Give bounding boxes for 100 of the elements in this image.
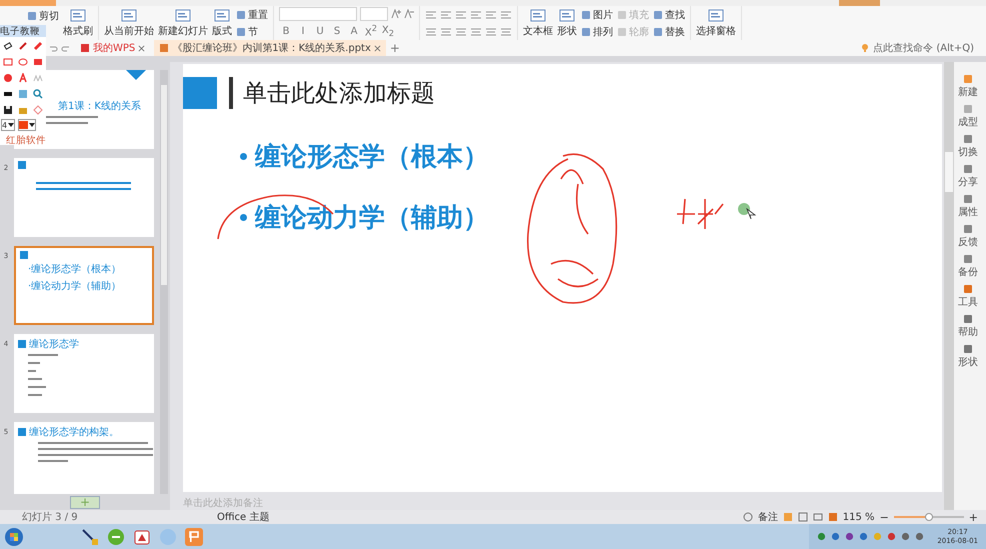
align-icon[interactable]	[485, 26, 497, 36]
sidebar-button[interactable]: 属性	[958, 194, 978, 219]
font-name-field[interactable]	[279, 7, 357, 22]
ribbon-button[interactable]: 从当前开始	[104, 8, 154, 38]
font-tool-icon[interactable]	[33, 73, 43, 83]
bullet-text: ·缠论动力学（辅助）	[27, 280, 122, 293]
paragraph-icon[interactable]	[500, 10, 512, 20]
sidebar-button[interactable]: 备份	[958, 254, 978, 279]
corner-triangle-icon	[126, 70, 146, 80]
document-tab[interactable]: 《股汇缠论班》内训第1课：K线的关系.pptx	[154, 40, 386, 56]
rectangle-icon[interactable]	[3, 57, 13, 67]
caret-icon[interactable]	[29, 123, 36, 127]
bullet-text[interactable]: 缠论形态学（根本）	[255, 139, 489, 174]
text-tool-icon[interactable]	[18, 73, 28, 83]
align-icon[interactable]	[455, 26, 467, 36]
ribbon-button[interactable]: 重置	[236, 8, 268, 22]
close-icon[interactable]	[138, 44, 146, 52]
sidebar-button[interactable]: 形状	[958, 344, 978, 369]
filled-rectangle-icon[interactable]	[33, 57, 43, 67]
bullet-text: ·缠论形态学（根本）	[27, 262, 122, 276]
new-tab-button[interactable]: +	[390, 41, 400, 55]
normal-view-icon[interactable]	[782, 512, 793, 522]
brush-icon[interactable]	[80, 526, 100, 546]
tile-icon	[963, 314, 973, 324]
ellipse-icon[interactable]	[18, 57, 28, 67]
sidebar-button[interactable]: 工具	[958, 284, 978, 309]
bullet-text[interactable]: 缠论动力学（辅助）	[255, 200, 489, 235]
align-icon[interactable]	[470, 26, 482, 36]
grow-font-icon[interactable]	[391, 9, 401, 20]
notes-button[interactable]: 备注	[758, 510, 778, 524]
ribbon-button[interactable]: 版式	[212, 8, 232, 38]
highlighter-icon[interactable]	[33, 41, 43, 51]
align-icon[interactable]	[500, 26, 512, 36]
presentation-app-icon[interactable]	[184, 526, 204, 546]
ribbon-button[interactable]: 排列	[581, 24, 613, 38]
align-icon[interactable]	[425, 26, 437, 36]
slideshow-icon[interactable]	[828, 512, 838, 522]
scrollbar[interactable]	[160, 70, 168, 494]
paragraph-icon[interactable]	[470, 10, 482, 20]
font-size-field[interactable]	[360, 7, 388, 22]
sidebar-button[interactable]: 成型	[958, 104, 978, 129]
command-search-field[interactable]: 点此查找命令 (Alt+Q)	[860, 41, 974, 55]
sidebar-button[interactable]: 切换	[958, 134, 978, 159]
blank-screen-icon[interactable]	[3, 89, 13, 99]
filled-circle-icon[interactable]	[3, 73, 13, 83]
format-button[interactable]: U	[313, 23, 327, 39]
paragraph-icon[interactable]	[485, 10, 497, 20]
format-button[interactable]: X$^{2}$	[364, 23, 378, 39]
sidebar-button[interactable]: 反馈	[958, 224, 978, 249]
format-button[interactable]: S	[330, 23, 344, 39]
tool-icon	[70, 8, 86, 22]
reading-view-icon[interactable]	[812, 512, 823, 522]
ribbon-button[interactable]: 剪切	[27, 9, 59, 23]
slide-thumbnail[interactable]: 缠论形态学	[14, 334, 154, 413]
slide-thumbnail[interactable]	[14, 158, 154, 237]
history-icon[interactable]	[742, 512, 753, 522]
ribbon-button[interactable]: 新建幻灯片	[158, 8, 208, 38]
zoom-level[interactable]: 115 %	[842, 512, 875, 522]
paragraph-icon[interactable]	[455, 10, 467, 20]
paragraph-icon[interactable]	[440, 10, 452, 20]
tile-icon	[963, 254, 973, 264]
align-icon[interactable]	[440, 26, 452, 36]
zoom-out-button[interactable]: −	[880, 510, 889, 524]
sidebar-button[interactable]: 新建	[958, 74, 978, 99]
document-tab[interactable]: 我的WPS	[75, 40, 150, 56]
screen-icon[interactable]	[18, 89, 28, 99]
format-button[interactable]: X$_{2}$	[381, 23, 395, 39]
sidebar-button[interactable]: 分享	[958, 164, 978, 189]
paragraph-icon[interactable]	[425, 10, 437, 20]
sorter-view-icon[interactable]	[798, 512, 808, 522]
pen-color-select[interactable]	[18, 119, 36, 131]
ribbon-button[interactable]: 文本框	[523, 8, 553, 38]
eraser-icon[interactable]	[3, 41, 13, 51]
magnifier-icon[interactable]	[33, 89, 43, 99]
ribbon-button[interactable]: 选择窗格	[696, 8, 736, 38]
format-button[interactable]: B	[279, 23, 293, 39]
format-button[interactable]: I	[296, 23, 310, 39]
ribbon-button[interactable]: 替换	[653, 24, 685, 38]
save-icon[interactable]	[3, 105, 13, 115]
ribbon-button[interactable]: 查找	[653, 8, 685, 22]
ribbon-button[interactable]: 图片	[581, 8, 613, 22]
pen-icon[interactable]	[18, 41, 28, 51]
format-button[interactable]: A	[347, 23, 361, 39]
slide-thumbnail[interactable]: 缠论形态学的构架。	[14, 422, 154, 494]
start-button[interactable]	[4, 526, 24, 546]
scrollbar[interactable]	[944, 62, 954, 510]
shrink-font-icon[interactable]	[404, 9, 414, 20]
sidebar-button[interactable]: 帮助	[958, 314, 978, 339]
pen-size-select[interactable]: 4	[1, 119, 16, 131]
slide-title[interactable]: 单击此处添加标题	[229, 77, 435, 109]
zoom-in-button[interactable]: +	[968, 510, 978, 524]
caret-icon[interactable]	[8, 123, 14, 127]
ribbon-button[interactable]: 形状	[557, 8, 577, 38]
slide-title: 第1课：K线的关系	[58, 100, 142, 113]
close-icon[interactable]	[374, 44, 381, 52]
ribbon-button[interactable]: 格式刷	[63, 8, 93, 38]
slide-thumbnail[interactable]: ·缠论形态学（根本） ·缠论动力学（辅助）	[14, 246, 154, 325]
folder-icon[interactable]	[18, 105, 28, 115]
diamond-icon[interactable]	[33, 105, 43, 115]
ribbon-button[interactable]: 节	[236, 24, 268, 38]
